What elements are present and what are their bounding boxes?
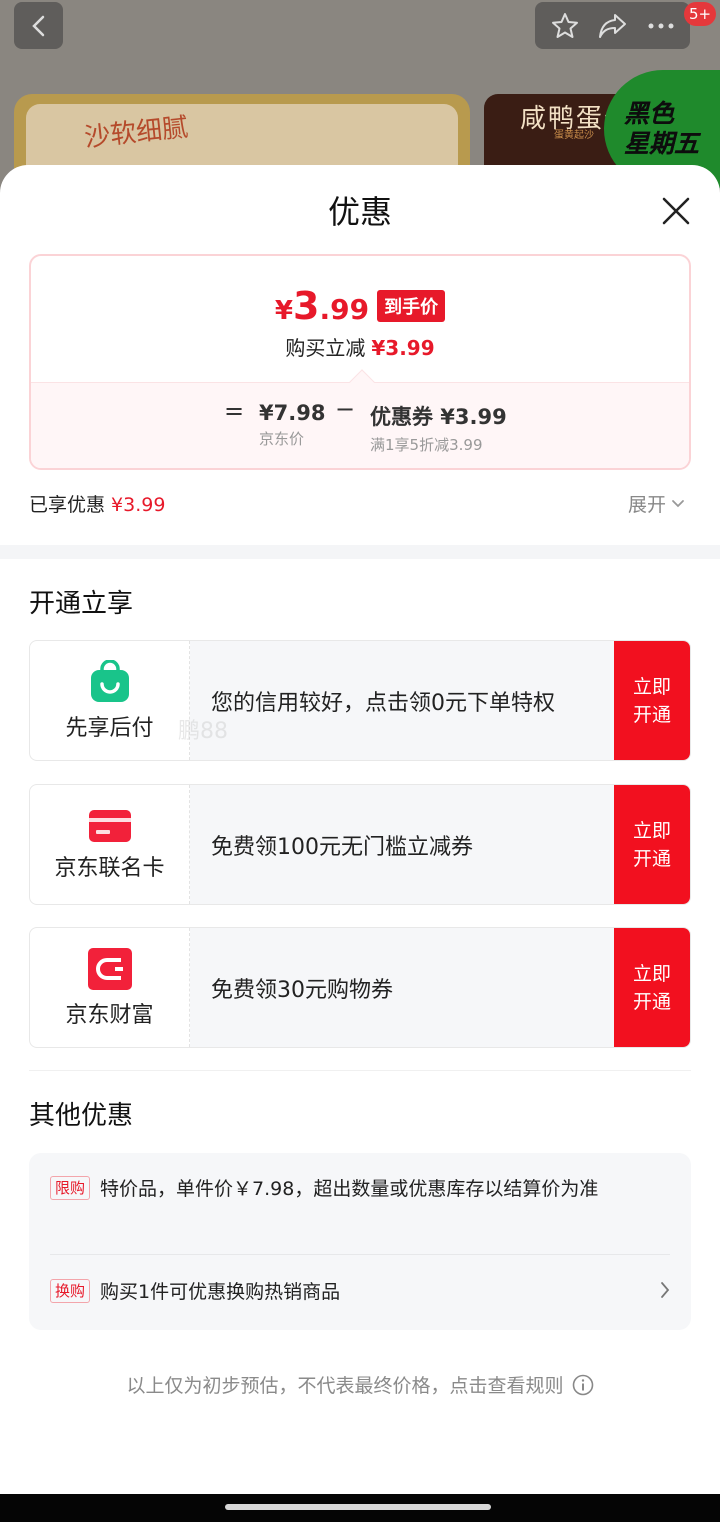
offer-description: 您的信用较好，点击领0元下单特权 xyxy=(190,641,614,760)
rules-note[interactable]: 以上仅为初步预估，不代表最终价格，点击查看规则 xyxy=(0,1371,720,1398)
exchange-text: 购买1件可优惠换购热销商品 xyxy=(100,1281,341,1303)
close-icon[interactable] xyxy=(656,191,696,231)
equals-sign: = xyxy=(224,397,245,425)
expand-button[interactable]: 展开 xyxy=(628,490,686,517)
top-actions xyxy=(535,2,690,49)
offer-description: 免费领30元购物券 xyxy=(190,928,614,1047)
activate-button[interactable]: 立即 开通 xyxy=(614,785,690,904)
exchange-row[interactable]: 换购 购买1件可优惠换购热销商品 xyxy=(50,1278,670,1306)
discount-sheet: 优惠 ¥3.99 到手价 购买立减 ¥3.99 = ¥7.98 京东价 − 优惠券 xyxy=(0,165,720,1495)
more-icon[interactable] xyxy=(647,22,675,30)
price-breakdown-card: ¥3.99 到手价 购买立减 ¥3.99 = ¥7.98 京东价 − 优惠券 ¥3… xyxy=(29,254,691,470)
purchase-reduction: 购买立减 ¥3.99 xyxy=(285,336,435,360)
chevron-right-icon xyxy=(661,1282,670,1298)
share-icon[interactable] xyxy=(597,11,629,41)
activate-button[interactable]: 立即 开通 xyxy=(614,928,690,1047)
limit-text: 特价品，单件价￥7.98，超出数量或优惠库存以结算价为准 xyxy=(100,1178,599,1200)
credit-card-icon xyxy=(88,809,131,842)
final-price-tag: 到手价 xyxy=(377,290,446,322)
notification-badge: 5+ xyxy=(684,2,717,26)
list-item: 限购 特价品，单件价￥7.98，超出数量或优惠库存以结算价为准 xyxy=(50,1175,670,1203)
activate-button[interactable]: 立即 开通 xyxy=(614,641,690,760)
final-price: ¥3.99 xyxy=(274,284,370,328)
exchange-tag: 换购 xyxy=(50,1279,91,1303)
offer-jd-finance: 京东财富 免费领30元购物券 立即 开通 xyxy=(29,927,691,1048)
offer-cobranded-card: 京东联名卡 免费领100元无门槛立减券 立即 开通 xyxy=(29,784,691,905)
badge-line1: 黑色 xyxy=(624,99,720,129)
shopping-bag-icon xyxy=(90,659,129,702)
other-section-title: 其他优惠 xyxy=(29,1101,134,1131)
offer-label: 先享后付 xyxy=(65,715,154,741)
offer-pay-later: 先享后付 您的信用较好，点击领0元下单特权 鹏88 立即 开通 xyxy=(29,640,691,761)
thumbnail-subtitle: 蛋黄起沙 xyxy=(554,130,594,141)
info-icon xyxy=(572,1374,593,1395)
price-calculation: = ¥7.98 京东价 − 优惠券 ¥3.99 满1享5折减3.99 xyxy=(31,382,689,468)
minus-sign: − xyxy=(335,395,356,423)
coupon-discount: 优惠券 ¥3.99 满1享5折减3.99 xyxy=(370,405,507,454)
sheet-title: 优惠 xyxy=(327,193,392,231)
star-icon[interactable] xyxy=(550,11,580,41)
offer-label: 京东财富 xyxy=(65,1002,154,1028)
badge-line2: 星期五 xyxy=(624,129,720,159)
home-indicator[interactable] xyxy=(225,1504,491,1510)
base-price: ¥7.98 京东价 xyxy=(259,401,326,448)
limit-tag: 限购 xyxy=(50,1176,91,1200)
other-discounts-box: 限购 特价品，单件价￥7.98，超出数量或优惠库存以结算价为准 换购 购买1件可… xyxy=(29,1153,691,1330)
offer-label: 京东联名卡 xyxy=(54,855,165,881)
offer-description: 免费领100元无门槛立减券 xyxy=(190,785,614,904)
wallet-icon xyxy=(87,947,132,990)
chevron-left-icon xyxy=(31,15,44,36)
chevron-down-icon xyxy=(672,499,684,507)
back-button[interactable] xyxy=(14,2,63,49)
activate-section-title: 开通立享 xyxy=(29,589,134,619)
enjoyed-discount: 已享优惠 ¥3.99 xyxy=(29,494,166,516)
watermark-text: 鹏88 xyxy=(178,719,228,744)
